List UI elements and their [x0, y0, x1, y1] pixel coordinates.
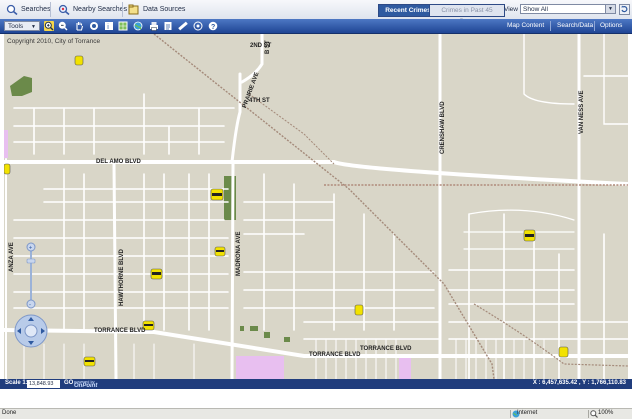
tools-menu-button[interactable]: Tools ▼: [4, 21, 40, 31]
street-label: CRENSHAW BLVD: [440, 101, 446, 154]
zoom-level[interactable]: 100%: [598, 410, 613, 416]
tools-label: Tools: [8, 23, 24, 30]
crime-marker: [354, 304, 364, 316]
data-sources-tab[interactable]: Data Sources: [128, 3, 185, 16]
divider: [588, 410, 589, 418]
print-icon[interactable]: [149, 21, 159, 31]
svg-text:-: -: [29, 303, 31, 309]
scale-status-bar: Scale 1: 13,848.93 GO powered by OnPoint…: [0, 379, 632, 389]
identify-icon[interactable]: i: [104, 21, 114, 31]
help-icon[interactable]: ?: [208, 21, 218, 31]
onpoint-text: OnPoint: [74, 383, 98, 389]
map-copyright: Copyright 2010, City of Torrance: [7, 38, 101, 45]
status-text: Done: [2, 410, 17, 416]
measure-icon[interactable]: [178, 21, 188, 31]
pan-hand-icon[interactable]: [74, 21, 84, 31]
svg-text:+: +: [29, 246, 33, 252]
globe-icon[interactable]: [133, 21, 143, 31]
security-zone-text: Internet: [517, 410, 538, 416]
map-canvas[interactable]: + - Copyright 2010, City of Torrance 2ND…: [4, 34, 628, 379]
searches-label: Searches: [21, 6, 51, 13]
street-label: HAWTHORNE BLVD: [119, 249, 125, 306]
street-label: TORRANCE BLVD: [94, 328, 146, 334]
street-label: B ST: [265, 40, 271, 54]
crime-marker: [4, 163, 11, 175]
searches-icon: [6, 4, 18, 15]
search-data-link[interactable]: Search/Data: [557, 22, 593, 29]
zoned-area: [236, 356, 284, 379]
buffer-icon[interactable]: [193, 21, 203, 31]
scale-label: Scale 1:: [5, 380, 28, 386]
nearby-searches-icon: [58, 4, 70, 15]
view-select-value: Show All: [523, 6, 548, 13]
go-button[interactable]: GO: [64, 380, 73, 386]
divider: [550, 21, 551, 31]
nearby-searches-tab[interactable]: Nearby Searches: [58, 3, 127, 16]
divider: [594, 21, 595, 31]
crimes-past-days-toggle[interactable]: Crimes in Past 45 Days: [429, 4, 505, 25]
map-content-link[interactable]: Map Content: [507, 22, 544, 29]
export-icon[interactable]: [163, 21, 173, 31]
coordinate-readout: X : 6,457,635.42 , Y : 1,766,110.83: [532, 380, 626, 386]
street-label: DEL AMO BLVD: [96, 159, 141, 165]
browser-status-bar: Done Internet 100%: [0, 408, 632, 419]
street-label: MADRONA AVE: [236, 231, 242, 276]
street-label: TORRANCE BLVD: [360, 346, 412, 352]
full-extent-icon[interactable]: [89, 21, 99, 31]
zoom-icon[interactable]: [590, 410, 598, 418]
searches-tab[interactable]: Searches: [6, 3, 51, 16]
data-sources-label: Data Sources: [143, 6, 186, 13]
nearby-searches-label: Nearby Searches: [73, 6, 128, 13]
refresh-icon[interactable]: [619, 4, 630, 15]
map-toolbar: Tools ▼ i ? Map Content Search/Data Opti…: [0, 19, 632, 34]
options-link[interactable]: Options: [600, 22, 622, 29]
zoom-out-icon[interactable]: [58, 21, 68, 31]
svg-text:?: ?: [211, 24, 215, 31]
chevron-down-icon: ▼: [31, 24, 36, 30]
crime-marker: [74, 55, 84, 66]
chevron-down-icon: ▼: [605, 5, 615, 13]
view-select[interactable]: Show All ▼: [520, 4, 616, 14]
street-label: TORRANCE BLVD: [309, 352, 361, 358]
street-label: 4TH ST: [249, 98, 270, 104]
street-label: VAN NESS AVE: [579, 90, 585, 134]
layers-icon[interactable]: [118, 21, 128, 31]
top-navigation-bar: Searches Nearby Searches Data Sources Re…: [0, 0, 632, 25]
divider: [122, 2, 123, 17]
crime-marker: [558, 346, 569, 358]
zoom-in-icon[interactable]: [44, 21, 54, 31]
divider: [510, 410, 511, 418]
onpoint-logo: powered by OnPoint: [74, 379, 97, 389]
divider: [50, 2, 51, 17]
zoned-area: [399, 356, 411, 379]
data-sources-icon: [128, 4, 139, 15]
zoned-area: [4, 130, 8, 158]
view-label: View: [504, 6, 518, 13]
scale-input[interactable]: 13,848.93: [27, 380, 60, 388]
street-label: ANZA AVE: [9, 242, 15, 272]
